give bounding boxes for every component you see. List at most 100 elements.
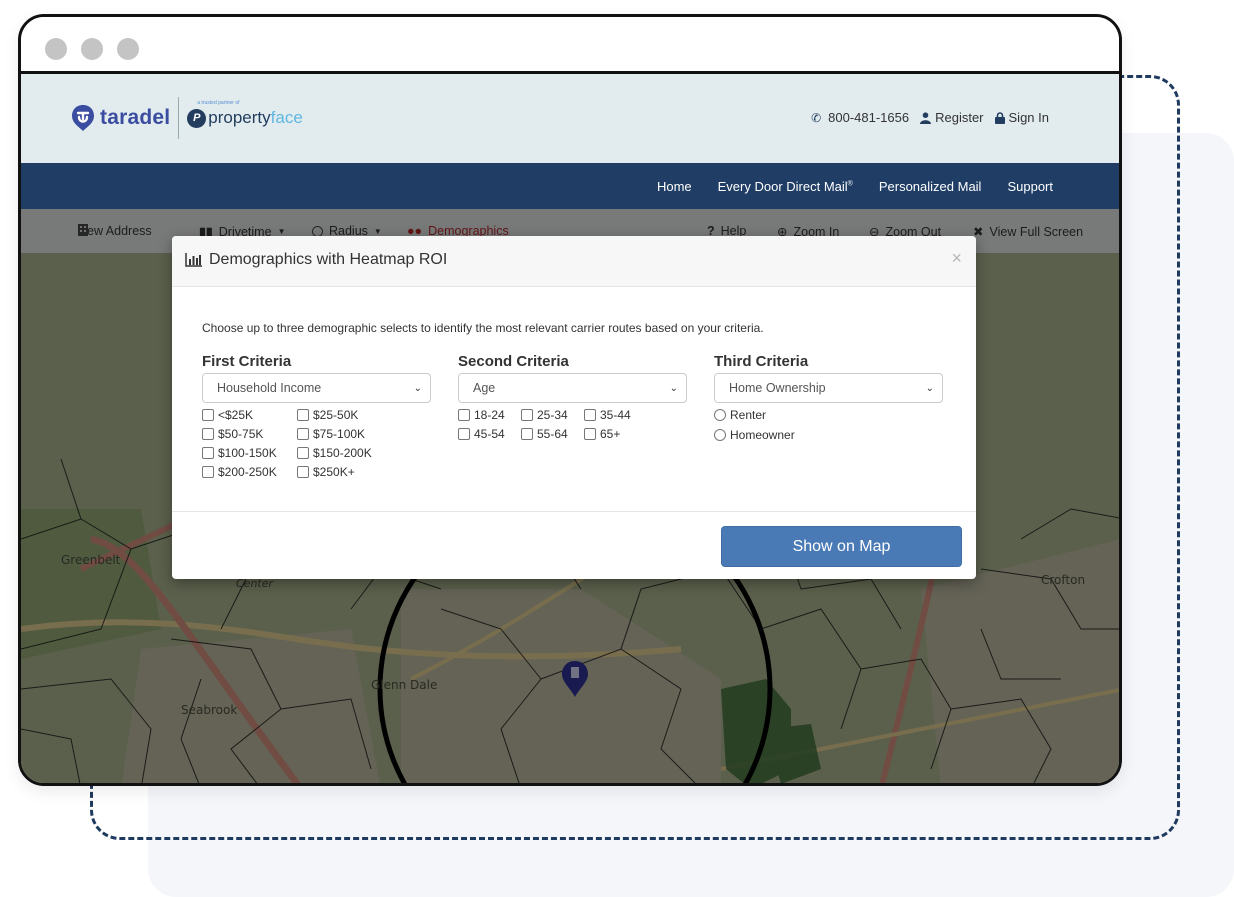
modal-body: Choose up to three demographic selects t…: [172, 287, 976, 510]
checkbox[interactable]: [297, 408, 309, 421]
logo-divider: [178, 97, 180, 139]
third-criteria-select[interactable]: Home Ownership ⌄: [714, 373, 943, 403]
income-option[interactable]: $50-75K: [202, 425, 297, 442]
window-maximize-dot[interactable]: [117, 38, 139, 60]
checkbox[interactable]: [458, 427, 470, 440]
modal-header: Demographics with Heatmap ROI ×: [172, 236, 976, 287]
nav-support[interactable]: Support: [1007, 179, 1053, 194]
checkbox[interactable]: [521, 408, 533, 421]
nav-eddm-label: Every Door Direct Mail: [717, 178, 848, 194]
option-label: 45-54: [474, 426, 505, 441]
income-option[interactable]: $250K+: [297, 463, 397, 480]
checkbox[interactable]: [297, 465, 309, 478]
income-option[interactable]: $100-150K: [202, 444, 297, 461]
sign-in-link[interactable]: Sign In: [1009, 110, 1049, 125]
browser-window: taradel a trusted partner of P property f…: [18, 14, 1122, 786]
second-criteria-value: Age: [473, 381, 496, 395]
age-option[interactable]: 25-34: [521, 406, 584, 423]
window-minimize-dot[interactable]: [81, 38, 103, 60]
checkbox[interactable]: [521, 427, 533, 440]
main-nav: Home Every Door Direct Mail® Personalize…: [21, 163, 1119, 209]
site-logo[interactable]: taradel a trusted partner of P property f…: [71, 97, 303, 139]
partner-logo: a trusted partner of P property face: [187, 100, 303, 128]
option-label: $100-150K: [218, 445, 277, 460]
partner-name-b: face: [270, 108, 303, 127]
option-label: 65+: [600, 426, 621, 441]
option-label: $250K+: [313, 464, 355, 479]
window-titlebar: [21, 17, 1119, 74]
option-label: $50-75K: [218, 426, 264, 441]
income-option[interactable]: $150-200K: [297, 444, 397, 461]
option-label: Renter: [730, 407, 767, 422]
checkbox[interactable]: [458, 408, 470, 421]
taradel-logo-icon: [72, 105, 94, 131]
chevron-down-icon: ⌄: [925, 382, 934, 394]
first-criteria-value: Household Income: [217, 381, 322, 395]
modal-title-text: Demographics with Heatmap ROI: [209, 251, 448, 268]
option-label: <$25K: [218, 407, 254, 422]
ownership-option-renter[interactable]: Renter: [714, 406, 943, 423]
nav-eddm[interactable]: Every Door Direct Mail®: [718, 179, 853, 194]
third-criteria-heading: Third Criteria: [714, 353, 809, 370]
income-option[interactable]: $25-50K: [297, 406, 397, 423]
option-label: $150-200K: [313, 445, 372, 460]
option-label: $200-250K: [218, 464, 277, 479]
option-label: 18-24: [474, 407, 505, 422]
checkbox[interactable]: [297, 446, 309, 459]
lock-icon: [994, 111, 1005, 124]
option-label: 35-44: [600, 407, 631, 422]
registered-mark: ®: [847, 180, 853, 188]
phone-number[interactable]: 800-481-1656: [828, 110, 909, 125]
third-criteria-value: Home Ownership: [729, 381, 826, 395]
age-option[interactable]: 65+: [584, 425, 647, 442]
partner-tagline: a trusted partner of: [197, 100, 240, 106]
option-label: 25-34: [537, 407, 568, 422]
register-link[interactable]: Register: [935, 110, 983, 125]
second-criteria-heading: Second Criteria: [458, 353, 569, 370]
nav-personalized-mail[interactable]: Personalized Mail: [879, 179, 982, 194]
income-option[interactable]: <$25K: [202, 406, 297, 423]
partner-name-a: property: [208, 108, 271, 127]
chevron-down-icon: ⌄: [413, 382, 422, 394]
checkbox[interactable]: [584, 427, 596, 440]
demographics-modal: Demographics with Heatmap ROI × Choose u…: [172, 236, 976, 579]
ownership-option-homeowner[interactable]: Homeowner: [714, 426, 943, 443]
option-label: 55-64: [537, 426, 568, 441]
option-label: $75-100K: [313, 426, 366, 441]
first-criteria-heading: First Criteria: [202, 353, 292, 370]
age-option[interactable]: 18-24: [458, 406, 521, 423]
site-header: taradel a trusted partner of P property f…: [21, 74, 1119, 163]
first-criteria-select[interactable]: Household Income ⌄: [202, 373, 431, 403]
nav-home[interactable]: Home: [657, 179, 692, 194]
option-label: Homeowner: [730, 427, 795, 442]
close-icon[interactable]: ×: [951, 248, 962, 269]
age-option[interactable]: 55-64: [521, 425, 584, 442]
checkbox[interactable]: [202, 408, 214, 421]
modal-footer: Show on Map: [172, 511, 976, 579]
checkbox[interactable]: [297, 427, 309, 440]
phone-icon: ✆: [811, 110, 822, 125]
third-criteria: Third Criteria Home Ownership ⌄ Renter H…: [714, 353, 943, 443]
checkbox[interactable]: [202, 465, 214, 478]
propertyface-icon: P: [187, 108, 207, 128]
first-criteria: First Criteria Household Income ⌄ <$25K …: [202, 353, 431, 480]
radio-button[interactable]: [714, 428, 726, 441]
checkbox[interactable]: [202, 427, 214, 440]
age-option[interactable]: 35-44: [584, 406, 647, 423]
modal-intro: Choose up to three demographic selects t…: [202, 321, 764, 335]
user-icon: [920, 111, 932, 124]
radio-button[interactable]: [714, 408, 726, 421]
modal-title: Demographics with Heatmap ROI: [185, 251, 447, 269]
second-criteria-select[interactable]: Age ⌄: [458, 373, 687, 403]
show-on-map-button[interactable]: Show on Map: [721, 526, 962, 567]
second-criteria: Second Criteria Age ⌄ 18-24 25-34 35-44 …: [458, 353, 687, 442]
header-contact: ✆ 800-481-1656 Register Sign In: [811, 110, 1049, 125]
option-label: $25-50K: [313, 407, 359, 422]
checkbox[interactable]: [584, 408, 596, 421]
income-option[interactable]: $200-250K: [202, 463, 297, 480]
age-option[interactable]: 45-54: [458, 425, 521, 442]
chevron-down-icon: ⌄: [669, 382, 678, 394]
window-close-dot[interactable]: [45, 38, 67, 60]
income-option[interactable]: $75-100K: [297, 425, 397, 442]
checkbox[interactable]: [202, 446, 214, 459]
